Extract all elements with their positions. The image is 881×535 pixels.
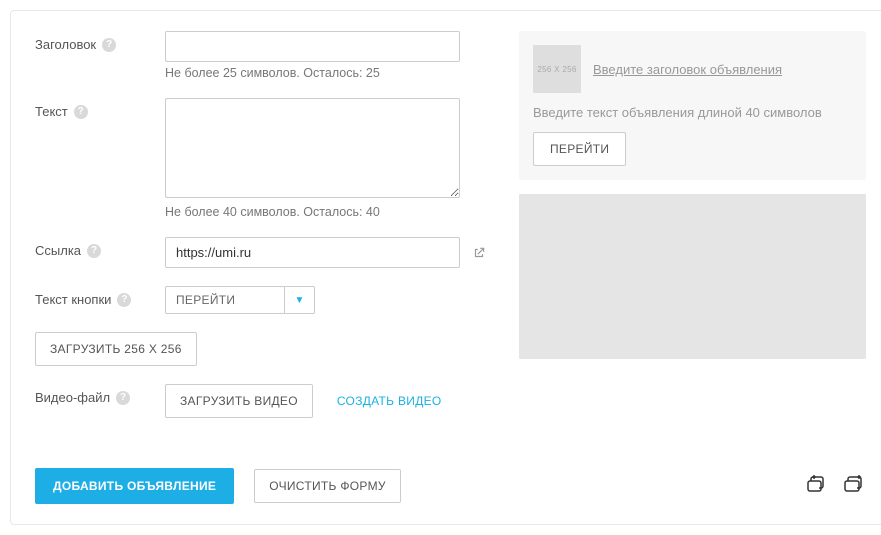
row-title: Заголовок ? Не более 25 символов. Остало…: [35, 31, 495, 80]
row-text: Текст ? Не более 40 символов. Осталось: …: [35, 98, 495, 219]
help-icon[interactable]: ?: [87, 244, 101, 258]
row-link: Ссылка ?: [35, 237, 495, 268]
footer: ДОБАВИТЬ ОБЪЯВЛЕНИЕ ОЧИСТИТЬ ФОРМУ: [35, 468, 866, 504]
create-video-link[interactable]: СОЗДАТЬ ВИДЕО: [337, 394, 442, 408]
link-input[interactable]: [165, 237, 460, 268]
label-link-text: Ссылка: [35, 243, 81, 258]
preview-placeholder-block: [519, 194, 866, 359]
label-button-text: Текст кнопки ?: [35, 286, 165, 307]
chevron-down-icon: ▼: [284, 287, 314, 313]
label-text: Текст ?: [35, 98, 165, 119]
upload-video-button[interactable]: ЗАГРУЗИТЬ ВИДЕО: [165, 384, 313, 418]
label-title: Заголовок ?: [35, 31, 165, 52]
reset-form-button[interactable]: ОЧИСТИТЬ ФОРМУ: [254, 469, 401, 503]
layout: Заголовок ? Не более 25 символов. Остало…: [35, 31, 866, 436]
external-link-icon[interactable]: [472, 246, 486, 260]
label-link: Ссылка ?: [35, 237, 165, 258]
text-input[interactable]: [165, 98, 460, 198]
title-input[interactable]: [165, 31, 460, 62]
ad-editor-card: Заголовок ? Не более 25 символов. Остало…: [10, 10, 881, 525]
row-button-text: Текст кнопки ? ПЕРЕЙТИ ▼: [35, 286, 495, 314]
help-icon[interactable]: ?: [74, 105, 88, 119]
copy-layout-icon[interactable]: [838, 471, 866, 502]
preview-thumb: 256 X 256: [533, 45, 581, 93]
add-ad-button[interactable]: ДОБАВИТЬ ОБЪЯВЛЕНИЕ: [35, 468, 234, 504]
button-text-select[interactable]: ПЕРЕЙТИ ▼: [165, 286, 315, 314]
help-icon[interactable]: ?: [102, 38, 116, 52]
help-icon[interactable]: ?: [117, 293, 131, 307]
help-icon[interactable]: ?: [116, 391, 130, 405]
label-video-text: Видео-файл: [35, 390, 110, 405]
copy-card-icon[interactable]: [800, 471, 828, 502]
text-hint: Не более 40 символов. Осталось: 40: [165, 205, 495, 219]
label-text-text: Текст: [35, 104, 68, 119]
preview-column: 256 X 256 Введите заголовок объявления В…: [519, 31, 866, 436]
form-column: Заголовок ? Не более 25 символов. Остало…: [35, 31, 495, 436]
preview-desc: Введите текст объявления длиной 40 симво…: [533, 105, 852, 120]
upload-image-button[interactable]: ЗАГРУЗИТЬ 256 Х 256: [35, 332, 197, 366]
preview-title[interactable]: Введите заголовок объявления: [593, 62, 782, 77]
label-button-text-text: Текст кнопки: [35, 292, 111, 307]
select-value: ПЕРЕЙТИ: [166, 287, 284, 313]
ad-preview: 256 X 256 Введите заголовок объявления В…: [519, 31, 866, 180]
row-upload-image: ЗАГРУЗИТЬ 256 Х 256: [35, 332, 495, 366]
row-video: Видео-файл ? ЗАГРУЗИТЬ ВИДЕО СОЗДАТЬ ВИД…: [35, 384, 495, 418]
title-hint: Не более 25 символов. Осталось: 25: [165, 66, 495, 80]
label-title-text: Заголовок: [35, 37, 96, 52]
label-video: Видео-файл ?: [35, 384, 165, 405]
preview-go-button[interactable]: ПЕРЕЙТИ: [533, 132, 626, 166]
